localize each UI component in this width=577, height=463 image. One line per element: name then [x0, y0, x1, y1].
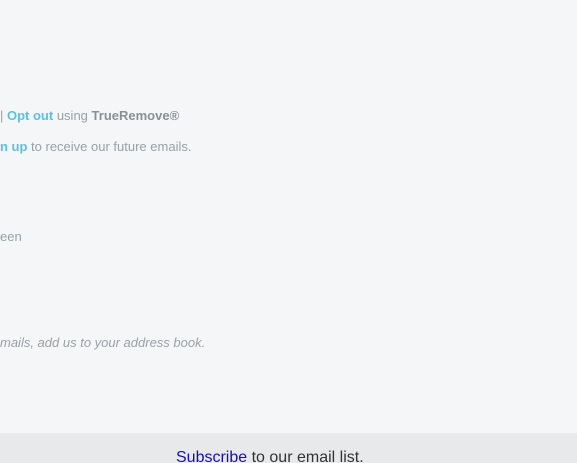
signup-line: n up to receive our future emails.	[0, 139, 577, 154]
sign-up-link[interactable]: n up	[0, 139, 27, 154]
trueremove-brand: TrueRemove®	[91, 108, 180, 123]
subscribe-line: Subscribe to our email list.	[176, 449, 364, 463]
separator-text: |	[0, 108, 7, 123]
email-footer-page: | Opt out using TrueRemove® n up to rece…	[0, 0, 577, 463]
using-text: using	[53, 108, 92, 123]
opt-out-link[interactable]: Opt out	[7, 108, 53, 123]
truncated-line: een	[0, 229, 22, 244]
signup-rest-text: to receive our future emails.	[27, 139, 192, 154]
subscribe-rest-text: to our email list.	[247, 449, 364, 463]
subscribe-bar: Subscribe to our email list.	[0, 433, 577, 463]
subscribe-link[interactable]: Subscribe	[176, 449, 247, 463]
opt-out-line: | Opt out using TrueRemove®	[0, 108, 577, 123]
address-book-note: mails, add us to your address book.	[0, 335, 206, 350]
